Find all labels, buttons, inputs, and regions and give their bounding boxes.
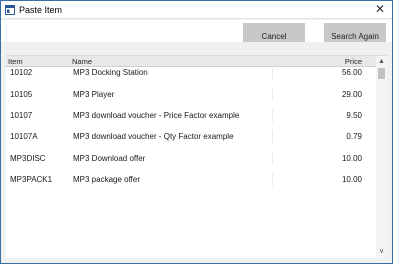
row-item-code: MP3DISC <box>10 154 46 163</box>
row-item-price: 10.00 <box>341 175 362 184</box>
table-row[interactable]: 10102 MP3 Docking Station 56.00 <box>6 62 376 83</box>
table-row[interactable]: MP3DISC MP3 Download offer 10.00 <box>6 148 376 169</box>
column-separator <box>272 109 273 122</box>
row-item-price: 0.79 <box>346 132 362 141</box>
row-item-name: MP3 download voucher - Qty Factor exampl… <box>73 132 234 141</box>
window-title: Paste Item <box>19 5 63 15</box>
column-separator <box>272 173 273 186</box>
column-separator <box>272 66 273 79</box>
row-item-price: 56.00 <box>341 68 362 77</box>
row-item-price: 10.00 <box>341 154 362 163</box>
results-grid: Item Name Price 10102 MP3 Docking Statio… <box>6 55 387 259</box>
paste-item-window: Paste Item ✕ Cancel Search Again Item Na… <box>0 0 393 264</box>
row-item-price: 9.50 <box>346 111 362 120</box>
column-separator <box>272 130 273 143</box>
window-icon <box>5 5 15 15</box>
column-separator <box>272 88 273 101</box>
table-row[interactable]: 10107 MP3 download voucher - Price Facto… <box>6 105 376 126</box>
search-again-button[interactable]: Search Again <box>324 23 386 42</box>
row-item-name: MP3 Docking Station <box>73 68 148 77</box>
title-bar[interactable]: Paste Item ✕ <box>1 1 392 19</box>
row-item-name: MP3 download voucher - Price Factor exam… <box>73 111 240 120</box>
table-row[interactable]: MP3PACK1 MP3 package offer 10.00 <box>6 169 376 190</box>
cancel-button[interactable]: Cancel <box>243 23 305 42</box>
row-item-code: 10107 <box>10 111 33 120</box>
scroll-up-icon[interactable]: ▲ <box>376 57 387 67</box>
row-item-code: 10102 <box>10 68 33 77</box>
table-row[interactable]: 10107A MP3 download voucher - Qty Factor… <box>6 126 376 147</box>
row-item-code: 10107A <box>10 132 38 141</box>
row-item-name: MP3 Player <box>73 90 115 99</box>
row-item-name: MP3 package offer <box>73 175 141 184</box>
close-icon[interactable]: ✕ <box>368 1 392 18</box>
column-separator <box>272 152 273 165</box>
row-item-code: 10105 <box>10 90 33 99</box>
table-row[interactable]: 10105 MP3 Player 29.00 <box>6 84 376 105</box>
row-item-name: MP3 Download offer <box>73 154 146 163</box>
row-item-code: MP3PACK1 <box>10 175 53 184</box>
row-item-price: 29.00 <box>341 90 362 99</box>
scroll-down-icon[interactable]: ∨ <box>376 247 387 257</box>
scrollbar-thumb[interactable] <box>378 68 385 79</box>
vertical-scrollbar[interactable]: ▲ ∨ <box>376 56 387 259</box>
